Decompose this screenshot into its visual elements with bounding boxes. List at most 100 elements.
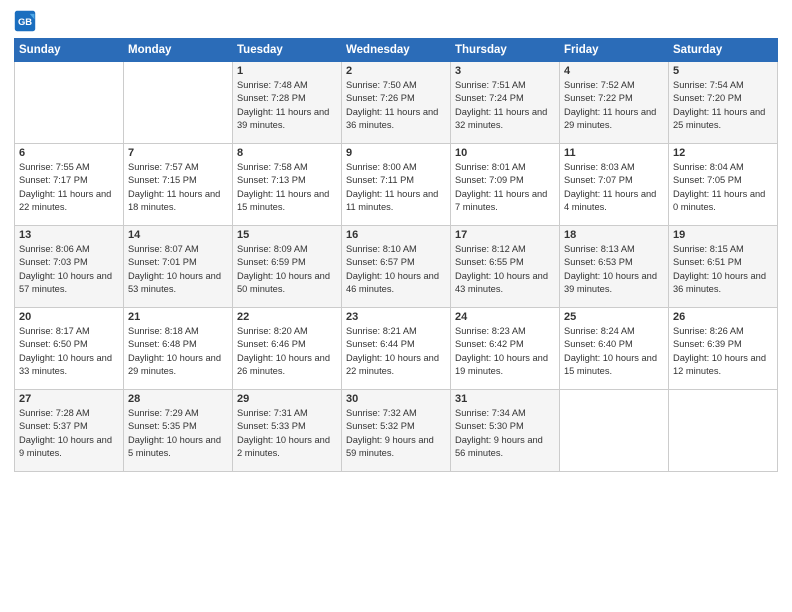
calendar-cell: 14 Sunrise: 8:07 AMSunset: 7:01 PMDayligh…	[124, 226, 233, 308]
day-number: 29	[237, 393, 337, 405]
calendar-cell: 24 Sunrise: 8:23 AMSunset: 6:42 PMDayligh…	[451, 308, 560, 390]
day-number: 20	[19, 311, 119, 323]
day-of-week-header: Friday	[560, 39, 669, 62]
calendar-cell: 19 Sunrise: 8:15 AMSunset: 6:51 PMDayligh…	[669, 226, 778, 308]
calendar-cell: 31 Sunrise: 7:34 AMSunset: 5:30 PMDayligh…	[451, 390, 560, 472]
calendar-week-row: 6 Sunrise: 7:55 AMSunset: 7:17 PMDaylight…	[15, 144, 778, 226]
day-info: Sunrise: 8:24 AMSunset: 6:40 PMDaylight:…	[564, 325, 664, 379]
calendar-cell: 8 Sunrise: 7:58 AMSunset: 7:13 PMDaylight…	[233, 144, 342, 226]
day-info: Sunrise: 7:31 AMSunset: 5:33 PMDaylight:…	[237, 407, 337, 461]
calendar-week-row: 20 Sunrise: 8:17 AMSunset: 6:50 PMDayligh…	[15, 308, 778, 390]
day-info: Sunrise: 8:20 AMSunset: 6:46 PMDaylight:…	[237, 325, 337, 379]
day-number: 31	[455, 393, 555, 405]
day-number: 3	[455, 65, 555, 77]
day-number: 9	[346, 147, 446, 159]
day-of-week-header: Sunday	[15, 39, 124, 62]
day-info: Sunrise: 8:26 AMSunset: 6:39 PMDaylight:…	[673, 325, 773, 379]
calendar-cell: 3Sunrise: 7:51 AMSunset: 7:24 PMDaylight…	[451, 62, 560, 144]
day-of-week-header: Tuesday	[233, 39, 342, 62]
logo: GB	[14, 10, 38, 32]
day-number: 5	[673, 65, 773, 77]
day-number: 27	[19, 393, 119, 405]
calendar-cell: 5 Sunrise: 7:54 AMSunset: 7:20 PMDaylight…	[669, 62, 778, 144]
calendar-cell	[669, 390, 778, 472]
day-info: Sunrise: 8:21 AMSunset: 6:44 PMDaylight:…	[346, 325, 446, 379]
day-info: Sunrise: 7:52 AMSunset: 7:22 PMDaylight:…	[564, 79, 664, 133]
calendar-cell: 29 Sunrise: 7:31 AMSunset: 5:33 PMDayligh…	[233, 390, 342, 472]
calendar-cell: 21 Sunrise: 8:18 AMSunset: 6:48 PMDayligh…	[124, 308, 233, 390]
calendar-cell: 18 Sunrise: 8:13 AMSunset: 6:53 PMDayligh…	[560, 226, 669, 308]
day-info: Sunrise: 7:34 AMSunset: 5:30 PMDaylight:…	[455, 407, 555, 461]
day-info: Sunrise: 8:13 AMSunset: 6:53 PMDaylight:…	[564, 243, 664, 297]
calendar-week-row: 27 Sunrise: 7:28 AMSunset: 5:37 PMDayligh…	[15, 390, 778, 472]
day-info: Sunrise: 7:57 AMSunset: 7:15 PMDaylight:…	[128, 161, 228, 215]
calendar-week-row: 13Sunrise: 8:06 AMSunset: 7:03 PMDayligh…	[15, 226, 778, 308]
day-info: Sunrise: 8:15 AMSunset: 6:51 PMDaylight:…	[673, 243, 773, 297]
calendar-cell: 13Sunrise: 8:06 AMSunset: 7:03 PMDayligh…	[15, 226, 124, 308]
day-info: Sunrise: 8:17 AMSunset: 6:50 PMDaylight:…	[19, 325, 119, 379]
day-number: 6	[19, 147, 119, 159]
day-info: Sunrise: 7:55 AMSunset: 7:17 PMDaylight:…	[19, 161, 119, 215]
calendar-cell: 11 Sunrise: 8:03 AMSunset: 7:07 PMDayligh…	[560, 144, 669, 226]
logo-icon: GB	[14, 10, 36, 32]
calendar-cell: 22 Sunrise: 8:20 AMSunset: 6:46 PMDayligh…	[233, 308, 342, 390]
day-number: 22	[237, 311, 337, 323]
header-row: SundayMondayTuesdayWednesdayThursdayFrid…	[15, 39, 778, 62]
calendar-cell: 1Sunrise: 7:48 AMSunset: 7:28 PMDaylight…	[233, 62, 342, 144]
day-info: Sunrise: 8:03 AMSunset: 7:07 PMDaylight:…	[564, 161, 664, 215]
day-info: Sunrise: 7:54 AMSunset: 7:20 PMDaylight:…	[673, 79, 773, 133]
calendar-cell: 2Sunrise: 7:50 AMSunset: 7:26 PMDaylight…	[342, 62, 451, 144]
calendar-cell: 20 Sunrise: 8:17 AMSunset: 6:50 PMDayligh…	[15, 308, 124, 390]
day-info: Sunrise: 8:18 AMSunset: 6:48 PMDaylight:…	[128, 325, 228, 379]
calendar-cell: 17Sunrise: 8:12 AMSunset: 6:55 PMDayligh…	[451, 226, 560, 308]
day-number: 7	[128, 147, 228, 159]
day-number: 17	[455, 229, 555, 241]
day-info: Sunrise: 7:50 AMSunset: 7:26 PMDaylight:…	[346, 79, 446, 133]
calendar-container: GB SundayMondayTuesdayWednesdayThursdayF…	[0, 0, 792, 482]
calendar-cell: 4 Sunrise: 7:52 AMSunset: 7:22 PMDaylight…	[560, 62, 669, 144]
day-number: 14	[128, 229, 228, 241]
day-info: Sunrise: 8:09 AMSunset: 6:59 PMDaylight:…	[237, 243, 337, 297]
day-number: 8	[237, 147, 337, 159]
day-info: Sunrise: 8:04 AMSunset: 7:05 PMDaylight:…	[673, 161, 773, 215]
day-number: 30	[346, 393, 446, 405]
calendar-cell: 12 Sunrise: 8:04 AMSunset: 7:05 PMDayligh…	[669, 144, 778, 226]
day-of-week-header: Monday	[124, 39, 233, 62]
calendar-cell: 25 Sunrise: 8:24 AMSunset: 6:40 PMDayligh…	[560, 308, 669, 390]
day-number: 19	[673, 229, 773, 241]
day-number: 11	[564, 147, 664, 159]
day-info: Sunrise: 7:58 AMSunset: 7:13 PMDaylight:…	[237, 161, 337, 215]
day-info: Sunrise: 8:07 AMSunset: 7:01 PMDaylight:…	[128, 243, 228, 297]
day-of-week-header: Wednesday	[342, 39, 451, 62]
day-of-week-header: Thursday	[451, 39, 560, 62]
day-info: Sunrise: 8:23 AMSunset: 6:42 PMDaylight:…	[455, 325, 555, 379]
calendar-cell: 23 Sunrise: 8:21 AMSunset: 6:44 PMDayligh…	[342, 308, 451, 390]
calendar-cell: 7 Sunrise: 7:57 AMSunset: 7:15 PMDaylight…	[124, 144, 233, 226]
day-number: 23	[346, 311, 446, 323]
calendar-cell: 16Sunrise: 8:10 AMSunset: 6:57 PMDayligh…	[342, 226, 451, 308]
day-number: 18	[564, 229, 664, 241]
day-info: Sunrise: 7:48 AMSunset: 7:28 PMDaylight:…	[237, 79, 337, 133]
calendar-cell: 6 Sunrise: 7:55 AMSunset: 7:17 PMDaylight…	[15, 144, 124, 226]
day-number: 10	[455, 147, 555, 159]
day-number: 28	[128, 393, 228, 405]
calendar-header: GB	[14, 10, 778, 32]
day-number: 15	[237, 229, 337, 241]
day-info: Sunrise: 7:29 AMSunset: 5:35 PMDaylight:…	[128, 407, 228, 461]
calendar-cell	[560, 390, 669, 472]
day-number: 4	[564, 65, 664, 77]
day-number: 12	[673, 147, 773, 159]
day-info: Sunrise: 7:32 AMSunset: 5:32 PMDaylight:…	[346, 407, 446, 461]
day-number: 21	[128, 311, 228, 323]
day-info: Sunrise: 7:28 AMSunset: 5:37 PMDaylight:…	[19, 407, 119, 461]
day-of-week-header: Saturday	[669, 39, 778, 62]
calendar-cell	[124, 62, 233, 144]
calendar-cell: 28 Sunrise: 7:29 AMSunset: 5:35 PMDayligh…	[124, 390, 233, 472]
day-number: 24	[455, 311, 555, 323]
day-number: 25	[564, 311, 664, 323]
calendar-cell: 9 Sunrise: 8:00 AMSunset: 7:11 PMDaylight…	[342, 144, 451, 226]
calendar-cell: 26Sunrise: 8:26 AMSunset: 6:39 PMDayligh…	[669, 308, 778, 390]
svg-text:GB: GB	[18, 16, 32, 27]
calendar-cell: 10Sunrise: 8:01 AMSunset: 7:09 PMDayligh…	[451, 144, 560, 226]
day-info: Sunrise: 8:00 AMSunset: 7:11 PMDaylight:…	[346, 161, 446, 215]
